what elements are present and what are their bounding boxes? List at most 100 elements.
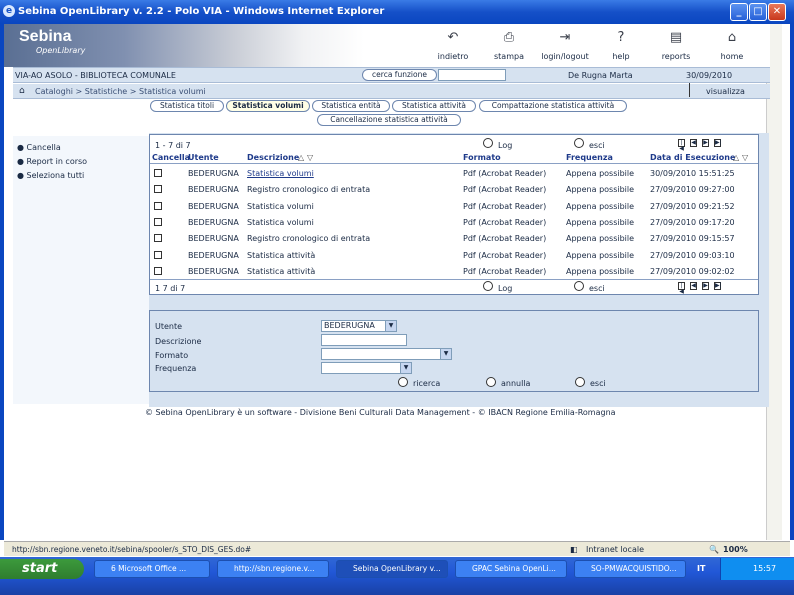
row-date: 30/09/2010 15:51:25 [650, 169, 735, 178]
row-frequency: Appena possibile [566, 234, 635, 244]
print-icon: ⎙ [503, 30, 515, 45]
prev-page-icon[interactable]: ◀ [690, 282, 697, 290]
task-office[interactable]: 6 Microsoft Office ... [94, 560, 210, 578]
row-checkbox[interactable] [154, 217, 162, 226]
last-page-icon[interactable]: ▶| [714, 282, 722, 290]
row-description[interactable]: Statistica volumi [247, 169, 314, 178]
maximize-button[interactable]: □ [749, 3, 767, 21]
zoom-icon[interactable]: 🔍 [709, 545, 719, 554]
row-frequency: Appena possibile [566, 250, 635, 260]
chevron-down-icon: ▼ [400, 363, 411, 373]
search-icon[interactable] [398, 377, 408, 387]
minimize-button[interactable]: _ [730, 3, 748, 21]
page-indicator-footer: 1 7 di 7 [155, 284, 186, 293]
info-bar: VIA-AO ASOLO - BIBLIOTECA COMUNALE cerca… [13, 67, 770, 83]
next-page-icon[interactable]: ▶ [702, 139, 709, 147]
log-icon[interactable] [483, 138, 493, 148]
row-date: 27/09/2010 09:17:20 [650, 217, 735, 227]
utente-select[interactable]: BEDERUGNA ▼ [321, 320, 397, 332]
nav-home-button[interactable]: ⌂ home [704, 30, 760, 61]
next-page-icon[interactable]: ▶ [702, 282, 709, 290]
nav-help-button[interactable]: ? help [593, 30, 649, 61]
row-checkbox[interactable] [154, 201, 162, 210]
log-link-footer[interactable]: Log [498, 284, 512, 293]
back-icon: ↶ [447, 30, 459, 45]
row-date: 27/09/2010 09:03:10 [650, 250, 735, 260]
search-function-button[interactable]: cerca funzione [362, 69, 437, 81]
tab-statistica-attivita[interactable]: Statistica attività [392, 100, 476, 112]
tab-statistica-entita[interactable]: Statistica entità [312, 100, 390, 112]
view-link[interactable]: visualizza [706, 87, 745, 96]
start-button[interactable]: start [0, 559, 84, 579]
exit-link-footer[interactable]: esci [589, 284, 605, 293]
exit-icon[interactable] [575, 377, 585, 387]
sort-desc-icon[interactable]: △ ▽ [298, 153, 313, 162]
col-frequenza[interactable]: Frequenza [566, 153, 613, 162]
last-page-icon[interactable]: ▶| [714, 139, 722, 147]
cancel-icon[interactable] [486, 377, 496, 387]
footer-copyright: © Sebina OpenLibrary è un software - Div… [145, 408, 616, 417]
intranet-icon: ◧ [570, 545, 578, 554]
exit-icon[interactable] [574, 138, 584, 148]
row-user: BEDERUGNA [188, 250, 239, 260]
esci-button[interactable]: esci [590, 379, 606, 388]
language-indicator[interactable]: IT [697, 564, 705, 573]
side-item-report[interactable]: ● Report in corso [17, 157, 87, 166]
task-gpac[interactable]: GPAC Sebina OpenLi... [455, 560, 567, 578]
tab-statistica-titoli[interactable]: Statistica titoli [150, 100, 224, 112]
first-page-icon[interactable]: |◀ [678, 139, 685, 152]
nav-back-button[interactable]: ↶ indietro [425, 30, 481, 61]
row-checkbox[interactable] [154, 266, 162, 275]
row-checkbox[interactable] [154, 234, 162, 243]
descrizione-input[interactable] [321, 334, 407, 346]
tab-statistica-volumi[interactable]: Statistica volumi [226, 100, 310, 112]
label-formato: Formato [155, 351, 189, 360]
task-ie-sbn[interactable]: http://sbn.regione.v... [217, 560, 329, 578]
side-item-seleziona[interactable]: ● Seleziona tutti [17, 171, 84, 180]
task-sebina[interactable]: Sebina OpenLibrary v... [336, 560, 448, 578]
nav-reports-button[interactable]: ▤ reports [648, 30, 704, 61]
col-utente[interactable]: Utente [188, 153, 219, 162]
label-descrizione: Descrizione [155, 337, 202, 346]
row-frequency: Appena possibile [566, 201, 635, 211]
col-data[interactable]: Data di Esecuzione [650, 153, 735, 162]
frequenza-select[interactable]: ▼ [321, 362, 412, 374]
log-link[interactable]: Log [498, 141, 512, 150]
row-checkbox[interactable] [154, 169, 162, 177]
nav-print-button[interactable]: ⎙ stampa [481, 30, 537, 61]
tab-compattazione[interactable]: Compattazione statistica attività [479, 100, 627, 112]
row-user: BEDERUGNA [188, 201, 239, 211]
ricerca-button[interactable]: ricerca [413, 379, 440, 388]
row-checkbox[interactable] [154, 185, 162, 194]
row-user: BEDERUGNA [188, 185, 239, 195]
log-icon-footer[interactable] [483, 281, 493, 291]
window-titlebar[interactable]: e Sebina OpenLibrary v. 2.2 - Polo VIA -… [0, 0, 794, 24]
home-small-icon[interactable]: ⌂ [19, 86, 25, 96]
tab-cancellazione[interactable]: Cancellazione statistica attività [317, 114, 461, 126]
col-descrizione[interactable]: Descrizione [247, 153, 299, 162]
row-checkbox[interactable] [154, 250, 162, 259]
row-format: Pdf (Acrobat Reader) [463, 234, 547, 244]
search-form: Utente BEDERUGNA ▼ Descrizione Formato ▼ … [149, 310, 759, 392]
search-function-input[interactable] [438, 69, 506, 81]
exit-link[interactable]: esci [589, 141, 605, 150]
exit-icon-footer[interactable] [574, 281, 584, 291]
formato-select[interactable]: ▼ [321, 348, 452, 360]
row-user: BEDERUGNA [188, 234, 239, 244]
sort-date-icon[interactable]: △ ▽ [733, 153, 748, 162]
table-row: BEDERUGNA Statistica attività Pdf (Acrobat… [150, 249, 758, 263]
col-cancella: Cancella [152, 153, 191, 162]
status-url: http://sbn.regione.veneto.it/sebina/spoo… [12, 545, 252, 554]
logo-title: Sebina [19, 28, 72, 45]
breadcrumb-bar: ⌂ Cataloghi > Statistiche > Statistica v… [13, 83, 770, 99]
prev-page-icon[interactable]: ◀ [690, 139, 697, 147]
first-page-icon[interactable]: |◀ [678, 282, 685, 295]
nav-login-button[interactable]: ⇥ login/logout [537, 30, 593, 61]
close-button[interactable]: ✕ [768, 3, 786, 21]
breadcrumb[interactable]: Cataloghi > Statistiche > Statistica vol… [35, 87, 206, 96]
col-formato[interactable]: Formato [463, 153, 501, 162]
zoom-level[interactable]: 100% [723, 545, 748, 554]
task-so-pmw[interactable]: SO-PMWACQUISTIDO... [574, 560, 686, 578]
side-item-cancella[interactable]: ● Cancella [17, 143, 61, 152]
annulla-button[interactable]: annulla [501, 379, 530, 388]
